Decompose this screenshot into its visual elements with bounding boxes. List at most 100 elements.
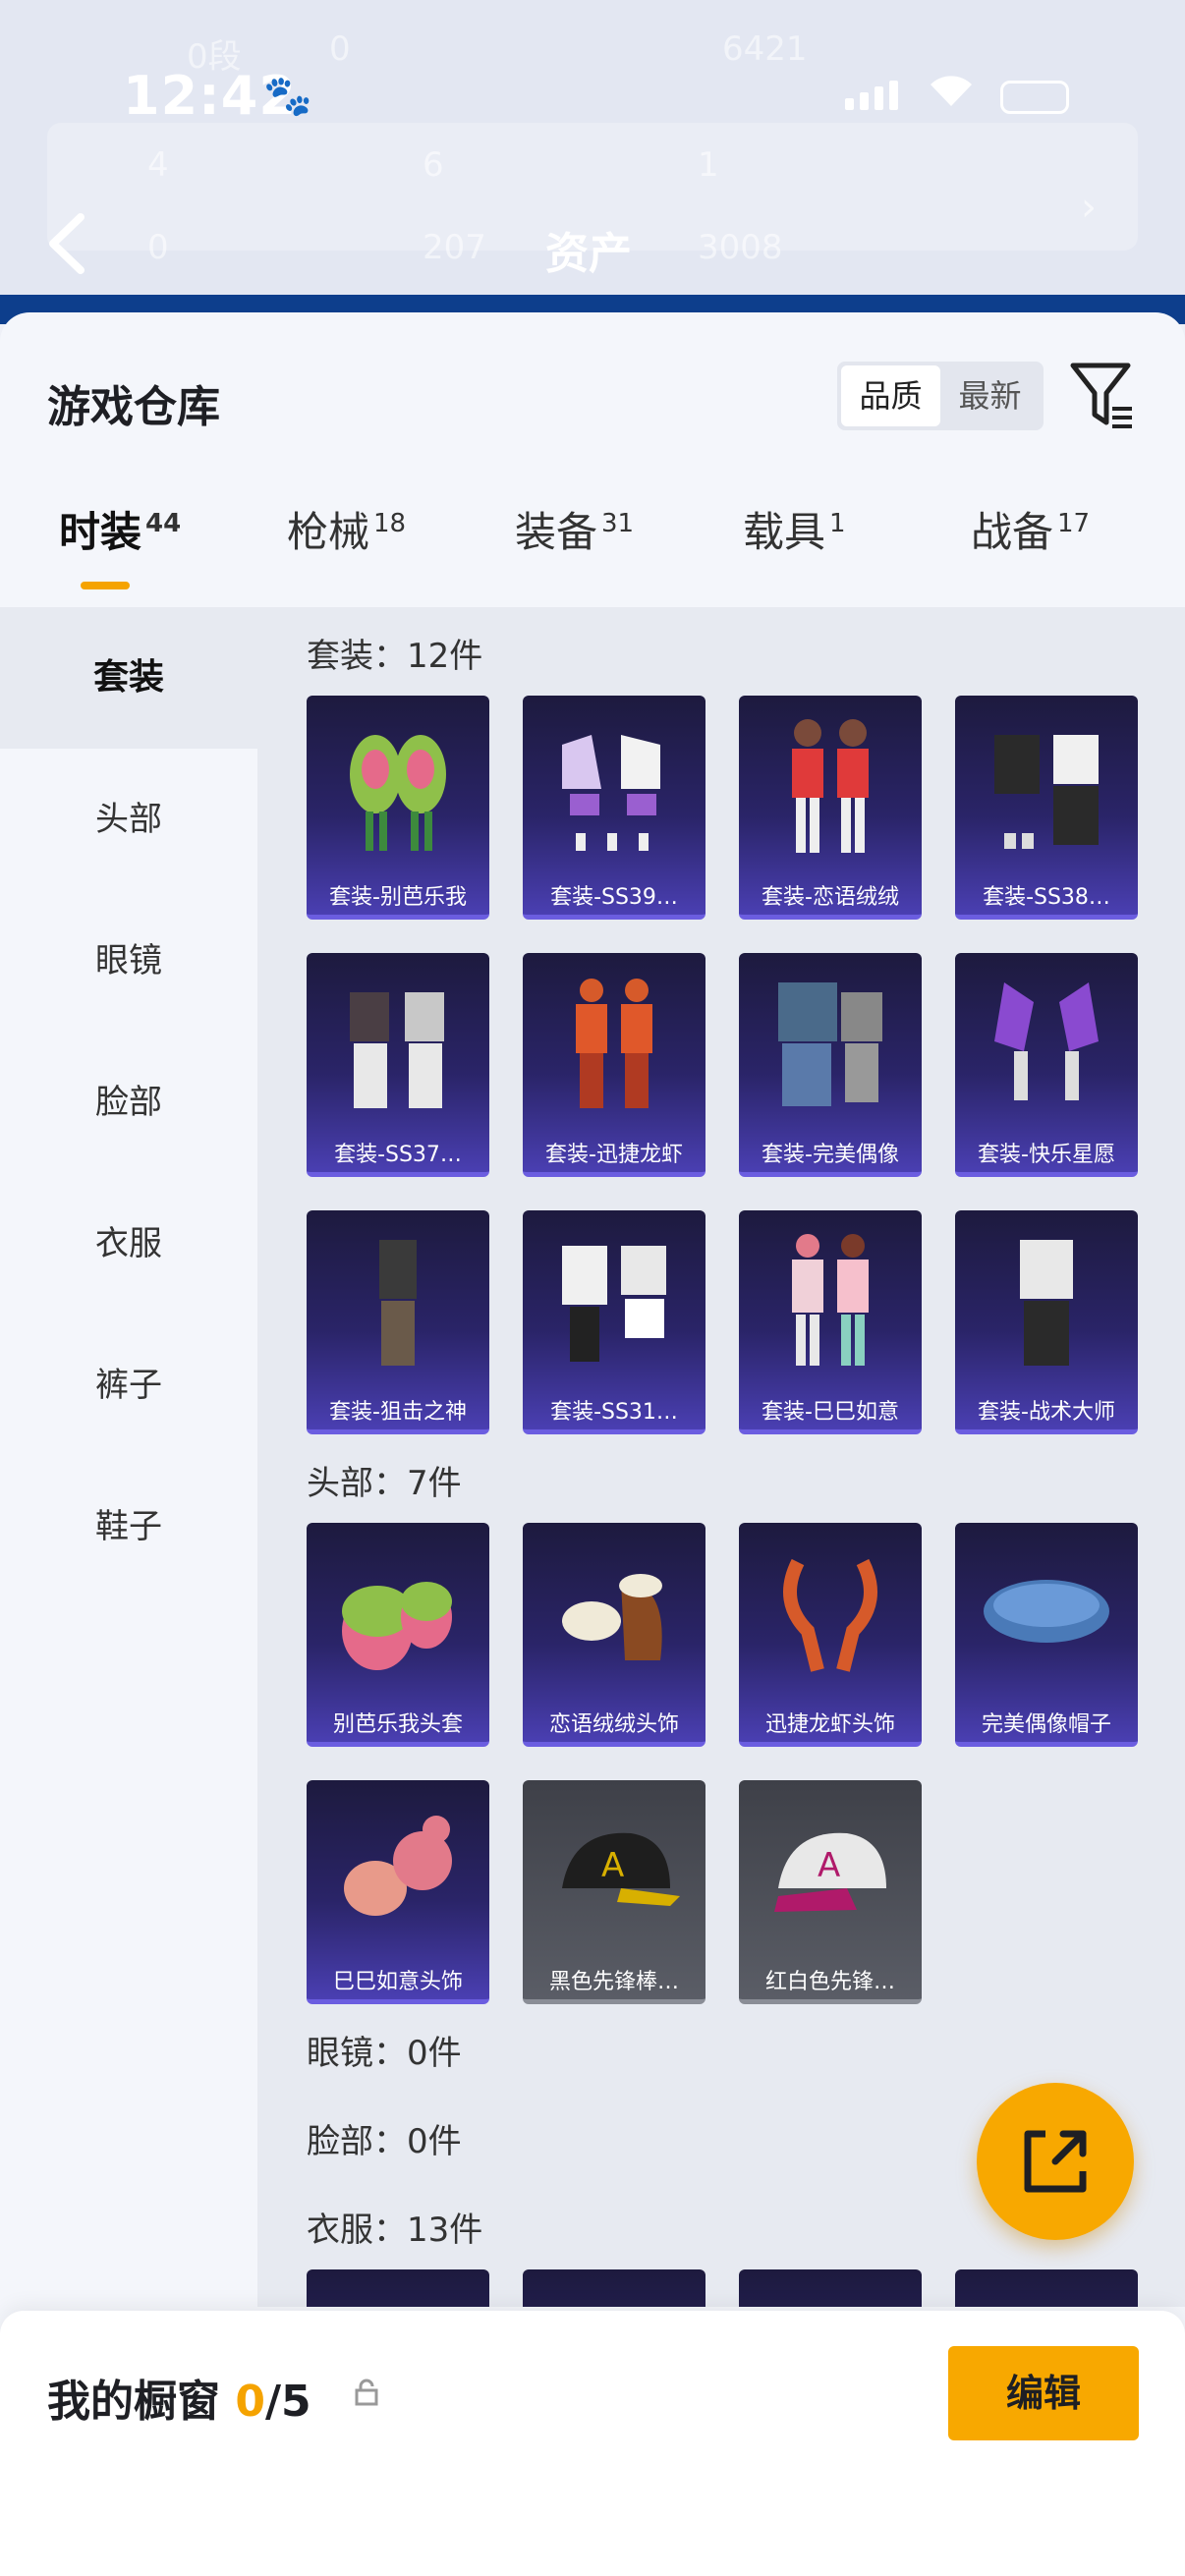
item-card[interactable]: A 红白色先锋… [739, 1780, 922, 2004]
item-label: 套装-迅捷龙虾 [545, 1143, 683, 1167]
ghost-value: 1 [698, 145, 719, 185]
share-icon [1024, 2130, 1087, 2193]
item-card[interactable] [307, 2269, 489, 2307]
item-card[interactable]: 套装-完美偶像 [739, 953, 922, 1177]
sheet-title: 游戏仓库 [47, 382, 220, 432]
item-card[interactable]: 套装-恋语绒绒 [739, 696, 922, 920]
item-label: 套装-SS37… [334, 1143, 462, 1167]
share-button[interactable] [977, 2083, 1134, 2240]
item-card[interactable]: 套装-巳巳如意 [739, 1210, 922, 1434]
back-button[interactable] [43, 211, 102, 280]
item-card[interactable]: 套装-狙击之神 [307, 1210, 489, 1434]
item-label: 套装-别芭乐我 [329, 885, 467, 910]
tab-equipment[interactable]: 装备 31 [515, 499, 634, 559]
sidebar-item-pants[interactable]: 裤子 [0, 1315, 257, 1456]
showcase-count-current: 0 [235, 2377, 265, 2427]
sort-newest-button[interactable]: 最新 [940, 365, 1040, 426]
item-label: 套装-巳巳如意 [762, 1400, 899, 1425]
item-card[interactable]: A 黑色先锋棒… [523, 1780, 705, 2004]
edit-button[interactable]: 编辑 [948, 2346, 1139, 2440]
item-card[interactable]: 套装-SS38… [955, 696, 1138, 920]
tab-label: 载具 [743, 508, 826, 556]
item-card[interactable]: 套装-SS39… [523, 696, 705, 920]
sidebar-item-face[interactable]: 脸部 [0, 1032, 257, 1173]
svg-text:A: A [818, 1846, 840, 1885]
suit-thumbnail [576, 979, 652, 1108]
sidebar-item-glasses[interactable]: 眼镜 [0, 890, 257, 1032]
item-card[interactable]: 套装-战术大师 [955, 1210, 1138, 1434]
sidebar-item-suits[interactable]: 套装 [0, 607, 257, 749]
item-card[interactable]: 完美偶像帽子 [955, 1523, 1138, 1747]
lock-icon [352, 2378, 381, 2411]
tab-vehicles[interactable]: 载具 1 [743, 499, 846, 559]
item-card[interactable]: 套装-SS37… [307, 953, 489, 1177]
item-label: 套装-完美偶像 [762, 1143, 899, 1167]
section-heading-glasses: 眼镜：0件 [307, 2034, 462, 2073]
item-card[interactable] [523, 2269, 705, 2307]
tab-label: 时装 [59, 508, 142, 556]
svg-text:A: A [601, 1846, 624, 1885]
tab-count: 18 [373, 509, 407, 538]
item-card[interactable]: 套装-快乐星愿 [955, 953, 1138, 1177]
active-tab-indicator [81, 582, 130, 589]
tab-firearms[interactable]: 枪械 18 [287, 499, 406, 559]
tab-combat-gear[interactable]: 战备 17 [971, 499, 1090, 559]
tab-label: 装备 [515, 508, 598, 556]
signal-icon [845, 81, 898, 110]
tab-label: 战备 [971, 508, 1054, 556]
headwear-thumbnail [984, 1580, 1109, 1643]
item-label: 套装-SS39… [550, 885, 678, 910]
headwear-thumbnail [783, 1558, 877, 1672]
item-card[interactable]: 巳巳如意头饰 [307, 1780, 489, 2004]
item-card[interactable]: 迅捷龙虾头饰 [739, 1523, 922, 1747]
suit-thumbnail [994, 735, 1099, 849]
sort-quality-button[interactable]: 品质 [841, 365, 940, 426]
tab-label: 枪械 [287, 508, 370, 556]
item-grid-area: 套装：12件 套装-别芭乐我 套装-SS39… 套装-恋语绒绒 套装-SS38…… [257, 607, 1185, 2307]
item-card[interactable]: 套装-SS31… [523, 1210, 705, 1434]
chevron-right-icon[interactable]: › [1081, 185, 1097, 230]
showcase-title: 我的橱窗 0/5 [47, 2366, 311, 2429]
item-card[interactable] [955, 2269, 1138, 2307]
showcase-count-total: /5 [264, 2377, 311, 2427]
item-card[interactable] [739, 2269, 922, 2307]
headwear-thumbnail [342, 1582, 452, 1670]
tab-count: 44 [145, 509, 182, 538]
suit-thumbnail [792, 1234, 869, 1366]
tab-count: 1 [829, 509, 846, 538]
sidebar-item-shoes[interactable]: 鞋子 [0, 1456, 257, 1597]
filter-button[interactable] [1069, 360, 1136, 432]
headwear-thumbnail [344, 1816, 452, 1916]
item-label: 完美偶像帽子 [981, 1712, 1111, 1737]
item-label: 套装-战术大师 [978, 1400, 1115, 1425]
paw-icon: 🐾 [263, 74, 312, 119]
showcase-bar: 我的橱窗 0/5 编辑 [0, 2311, 1185, 2576]
suit-thumbnail [350, 992, 444, 1108]
item-label: 套装-SS38… [983, 885, 1110, 910]
sidebar-item-head[interactable]: 头部 [0, 749, 257, 890]
category-tabs: 时装 44 枪械 18 装备 31 载具 1 战备 17 [0, 499, 1185, 607]
item-label: 巳巳如意头饰 [332, 1970, 463, 1994]
ghost-value: 3008 [698, 228, 783, 267]
cap-thumbnail: A [774, 1832, 886, 1912]
tab-count: 31 [601, 509, 635, 538]
suit-thumbnail [562, 1246, 666, 1362]
item-card[interactable]: 恋语绒绒头饰 [523, 1523, 705, 1747]
item-label: 迅捷龙虾头饰 [764, 1712, 895, 1737]
item-card[interactable]: 套装-迅捷龙虾 [523, 953, 705, 1177]
sidebar-item-clothes[interactable]: 衣服 [0, 1173, 257, 1315]
item-label: 红白色先锋… [764, 1970, 895, 1994]
top-header: 0段 0 6421 4 6 1 0 207 3008 12:42 🐾 资产 › [0, 0, 1185, 324]
sort-toggle: 品质 最新 [837, 362, 1044, 430]
suit-thumbnail [778, 982, 882, 1106]
tab-count: 17 [1057, 509, 1091, 538]
showcase-label: 我的橱窗 [47, 2377, 220, 2427]
item-label: 别芭乐我头套 [332, 1712, 463, 1737]
section-heading-suits: 套装：12件 [307, 637, 483, 676]
item-card[interactable]: 套装-别芭乐我 [307, 696, 489, 920]
suit-thumbnail [792, 719, 869, 853]
item-card[interactable]: 别芭乐我头套 [307, 1523, 489, 1747]
tab-fashion[interactable]: 时装 44 [59, 499, 181, 559]
item-label: 套装-快乐星愿 [978, 1143, 1115, 1167]
item-label: 黑色先锋棒… [548, 1970, 679, 1994]
